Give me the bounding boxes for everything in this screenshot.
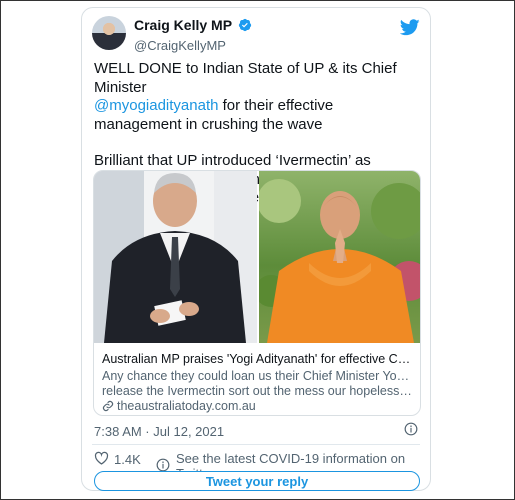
embedded-tweet: Craig Kelly MP @CraigKellyMP WELL DONE t… bbox=[81, 7, 431, 491]
like-count: 1.4K bbox=[114, 452, 141, 467]
mention-link[interactable]: @myogiadityanath bbox=[94, 97, 218, 114]
preview-photo-left bbox=[94, 171, 257, 343]
info-icon[interactable] bbox=[404, 422, 418, 441]
link-card-title[interactable]: Australian MP praises 'Yogi Adityanath' … bbox=[102, 352, 414, 367]
tweet-actions: 1.4K See the latest COVID-19 information… bbox=[94, 451, 418, 481]
tweet-header: Craig Kelly MP @CraigKellyMP bbox=[92, 16, 420, 54]
link-card-domain[interactable]: theaustraliatoday.com.au bbox=[102, 399, 256, 415]
tweet-paragraph-1: WELL DONE to Indian State of UP & its Ch… bbox=[94, 60, 420, 134]
twitter-bird-icon[interactable] bbox=[399, 19, 420, 41]
avatar[interactable] bbox=[92, 16, 126, 50]
heart-icon bbox=[94, 451, 109, 468]
author-info[interactable]: Craig Kelly MP @CraigKellyMP bbox=[134, 17, 252, 54]
like-button[interactable]: 1.4K bbox=[94, 451, 141, 468]
preview-photo-right bbox=[255, 171, 420, 343]
tweet-reply-button[interactable]: Tweet your reply bbox=[94, 471, 420, 491]
author-handle[interactable]: @CraigKellyMP bbox=[134, 38, 252, 54]
link-icon bbox=[102, 400, 114, 415]
link-card-domain-text: theaustraliatoday.com.au bbox=[117, 399, 256, 413]
tweet-timestamp[interactable]: 7:38 AM · Jul 12, 2021 bbox=[94, 424, 224, 439]
reply-button-label: Tweet your reply bbox=[205, 473, 309, 489]
link-card-desc-line2: release the Ivermectin sort out the mess… bbox=[102, 384, 414, 398]
verified-badge-icon bbox=[238, 18, 252, 37]
divider bbox=[92, 444, 420, 445]
link-card-desc-line1: Any chance they could loan us their Chie… bbox=[102, 369, 414, 383]
link-preview-card[interactable]: Australian MP praises 'Yogi Adityanath' … bbox=[93, 170, 421, 416]
tweet-text-line1-pre: WELL DONE to Indian State of UP & its Ch… bbox=[94, 60, 397, 96]
link-card-description: Any chance they could loan us their Chie… bbox=[102, 369, 414, 399]
author-name[interactable]: Craig Kelly MP bbox=[134, 17, 232, 34]
